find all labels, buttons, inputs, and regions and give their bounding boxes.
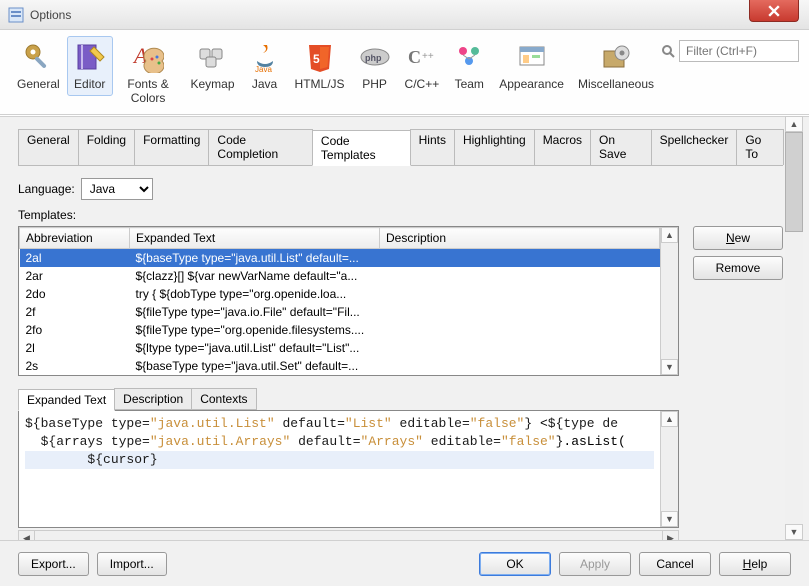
svg-text:++: ++: [422, 51, 434, 62]
tab-contexts[interactable]: Contexts: [191, 388, 256, 410]
remove-button[interactable]: Remove: [693, 256, 783, 280]
main-panel: General Folding Formatting Code Completi…: [0, 116, 809, 540]
cat-general[interactable]: General: [10, 36, 67, 96]
cat-misc[interactable]: Miscellaneous: [571, 36, 661, 96]
app-icon: [8, 7, 24, 23]
cat-htmljs[interactable]: 5 HTML/JS: [288, 36, 352, 96]
dialog-footer: Export... Import... OK Apply Cancel Help: [0, 540, 809, 586]
window-title: Options: [30, 8, 809, 22]
scroll-down-icon[interactable]: ▼: [661, 359, 678, 375]
tab-on-save[interactable]: On Save: [590, 129, 652, 165]
book-pencil-icon: [74, 41, 106, 73]
keymap-icon: [197, 41, 229, 73]
tab-expanded-text[interactable]: Expanded Text: [18, 389, 115, 411]
tab-formatting[interactable]: Formatting: [134, 129, 209, 165]
cat-label: C/C++: [405, 77, 440, 91]
ok-button[interactable]: OK: [479, 552, 551, 576]
table-row[interactable]: 2dotry { ${dobType type="org.openide.loa…: [20, 285, 660, 303]
cat-label: Editor: [74, 77, 105, 91]
table-row[interactable]: 2al${baseType type="java.util.List" defa…: [20, 249, 660, 268]
cat-label: PHP: [362, 77, 387, 91]
tab-folding[interactable]: Folding: [78, 129, 135, 165]
search-input[interactable]: [679, 40, 799, 62]
new-button[interactable]: New: [693, 226, 783, 250]
html5-icon: 5: [304, 41, 336, 73]
templates-table[interactable]: Abbreviation Expanded Text Description 2…: [19, 227, 660, 375]
svg-text:Java: Java: [255, 65, 272, 73]
cat-label: Miscellaneous: [578, 77, 654, 91]
cpp-icon: C++: [406, 41, 438, 73]
close-icon: [768, 5, 780, 17]
col-abbreviation[interactable]: Abbreviation: [20, 228, 130, 249]
table-row[interactable]: 2fo${fileType type="org.openide.filesyst…: [20, 321, 660, 339]
cat-label: HTML/JS: [295, 77, 345, 91]
import-button[interactable]: Import...: [97, 552, 167, 576]
help-button[interactable]: Help: [719, 552, 791, 576]
scroll-down-icon[interactable]: ▼: [661, 511, 678, 527]
svg-text:5: 5: [313, 52, 320, 66]
team-icon: [453, 41, 485, 73]
table-row[interactable]: 2l${ltype type="java.util.List" default=…: [20, 339, 660, 357]
gear-wrench-icon: [22, 41, 54, 73]
cat-fonts-colors[interactable]: A Fonts & Colors: [113, 36, 184, 110]
title-bar: Options: [0, 0, 809, 30]
cat-label: Fonts & Colors: [120, 77, 177, 105]
tab-highlighting[interactable]: Highlighting: [454, 129, 535, 165]
template-editor-wrap: ${baseType type="java.util.List" default…: [18, 410, 679, 528]
table-row[interactable]: 2s${baseType type="java.util.Set" defaul…: [20, 357, 660, 375]
tab-general[interactable]: General: [18, 129, 79, 165]
scroll-up-icon[interactable]: ▲: [661, 227, 678, 243]
cat-team[interactable]: Team: [446, 36, 492, 96]
appearance-icon: [516, 41, 548, 73]
tab-hints[interactable]: Hints: [410, 129, 455, 165]
cat-editor[interactable]: Editor: [67, 36, 113, 96]
export-button[interactable]: Export...: [18, 552, 89, 576]
category-toolbar: General Editor A Fonts & Colors Keymap J…: [0, 30, 809, 115]
template-editor[interactable]: ${baseType type="java.util.List" default…: [19, 411, 660, 527]
apply-button: Apply: [559, 552, 631, 576]
scroll-up-icon[interactable]: ▲: [785, 116, 803, 132]
misc-gear-icon: [600, 41, 632, 73]
cat-keymap[interactable]: Keymap: [184, 36, 242, 96]
cat-ccpp[interactable]: C++ C/C++: [398, 36, 447, 96]
tab-description[interactable]: Description: [114, 388, 192, 410]
cat-java[interactable]: Java Java: [242, 36, 288, 96]
scroll-down-icon[interactable]: ▼: [785, 524, 803, 540]
php-icon: php: [359, 41, 391, 73]
cat-appearance[interactable]: Appearance: [492, 36, 571, 96]
detail-tabs: Expanded Text Description Contexts: [18, 388, 679, 410]
cat-label: Appearance: [499, 77, 564, 91]
table-row[interactable]: 2f${fileType type="java.io.File" default…: [20, 303, 660, 321]
cat-label: General: [17, 77, 60, 91]
cat-label: Team: [455, 77, 484, 91]
cat-label: Keymap: [191, 77, 235, 91]
scroll-up-icon[interactable]: ▲: [661, 411, 678, 427]
svg-text:C: C: [408, 47, 421, 67]
tab-code-completion[interactable]: Code Completion: [208, 129, 313, 165]
templates-label: Templates:: [18, 208, 783, 222]
tab-go-to[interactable]: Go To: [736, 129, 784, 165]
templates-table-wrap: Abbreviation Expanded Text Description 2…: [18, 226, 679, 376]
language-select[interactable]: Java: [81, 178, 153, 200]
font-palette-icon: A: [132, 41, 164, 73]
panel-scrollbar[interactable]: ▲ ▼: [785, 116, 803, 540]
cat-php[interactable]: php PHP: [352, 36, 398, 96]
col-expanded-text[interactable]: Expanded Text: [130, 228, 380, 249]
col-description[interactable]: Description: [380, 228, 660, 249]
table-scrollbar[interactable]: ▲ ▼: [660, 227, 678, 375]
tab-macros[interactable]: Macros: [534, 129, 591, 165]
search-box: [661, 36, 799, 62]
editor-subtabs: General Folding Formatting Code Completi…: [18, 129, 783, 166]
tab-code-templates[interactable]: Code Templates: [312, 130, 411, 166]
java-icon: Java: [249, 41, 281, 73]
editor-scrollbar[interactable]: ▲ ▼: [660, 411, 678, 527]
svg-text:php: php: [365, 53, 382, 63]
cancel-button[interactable]: Cancel: [639, 552, 711, 576]
language-label: Language:: [18, 182, 75, 196]
search-icon: [661, 44, 675, 58]
table-row[interactable]: 2ar${clazz}[] ${var newVarName default="…: [20, 267, 660, 285]
tab-spellchecker[interactable]: Spellchecker: [651, 129, 738, 165]
close-button[interactable]: [749, 0, 799, 22]
cat-label: Java: [252, 77, 277, 91]
